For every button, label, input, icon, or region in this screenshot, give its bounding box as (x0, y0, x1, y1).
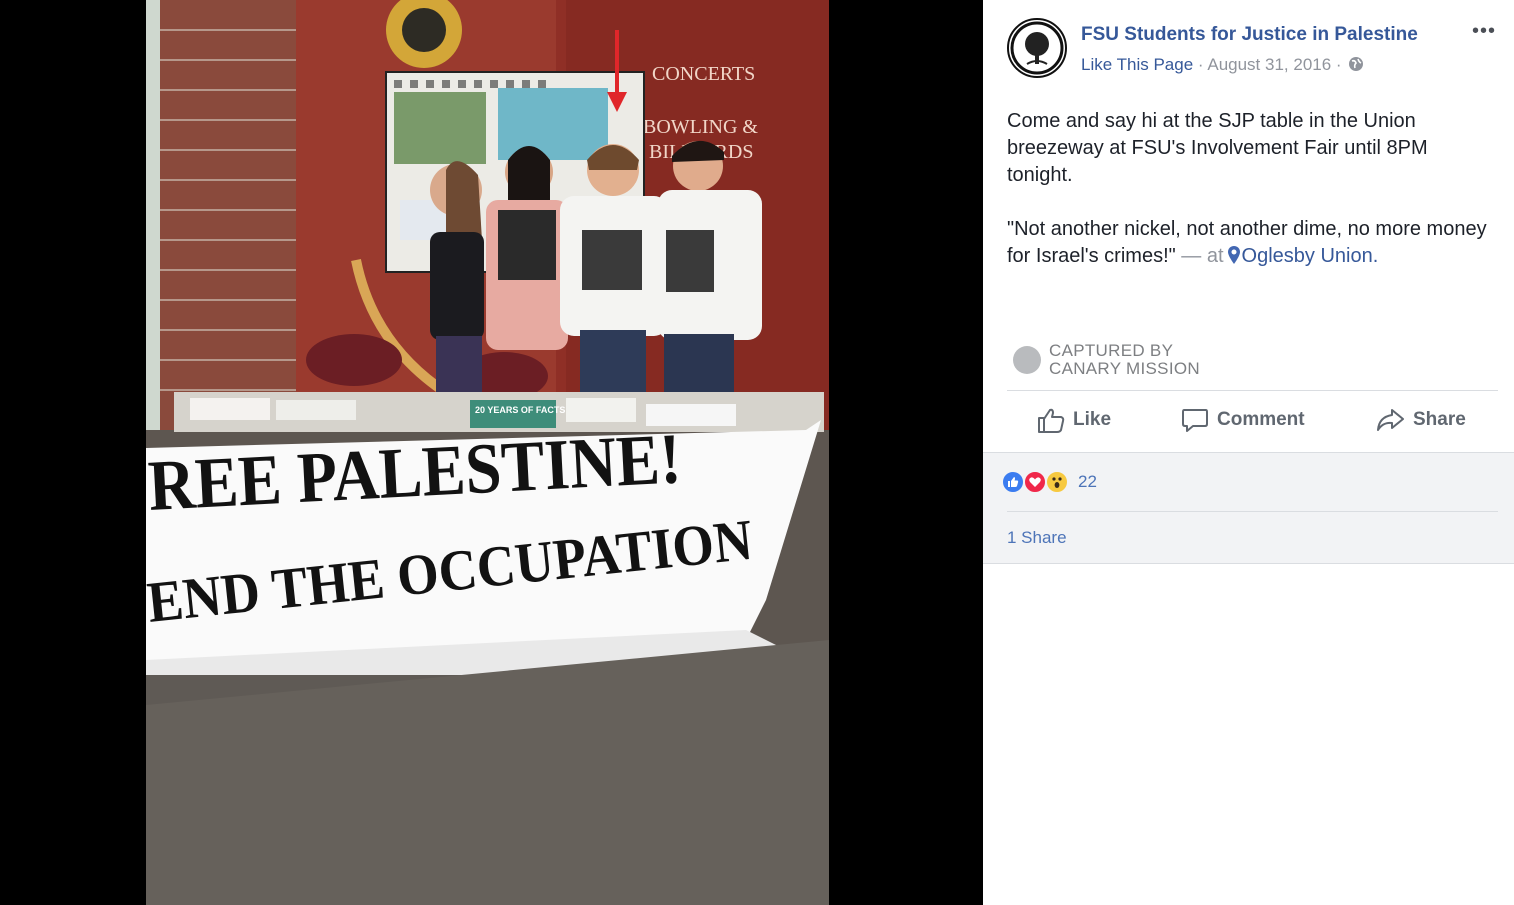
post-meta: Like This Page · August 31, 2016 · (1081, 55, 1364, 77)
page-avatar[interactable] (1007, 18, 1067, 78)
post-paragraph-1: Come and say hi at the SJP table in the … (1007, 110, 1428, 186)
reaction-count[interactable]: 22 (1078, 472, 1097, 492)
thumbs-up-icon (1038, 408, 1065, 433)
meta-separator-2: · (1335, 55, 1342, 74)
book-label: 20 YEARS OF FACTS (475, 405, 565, 415)
post-photo[interactable]: CONCERTS BOWLING & BILLIARDS (146, 0, 829, 905)
post-panel: FSU Students for Justice in Palestine ••… (983, 0, 1514, 905)
engagement-summary: 22 1 Share (983, 452, 1514, 564)
location-pin-icon (1227, 245, 1240, 272)
meta-separator-1: · (1197, 55, 1204, 74)
place-link[interactable]: Oglesby Union. (1242, 245, 1379, 267)
shares-count[interactable]: 1 Share (1007, 528, 1067, 548)
post-date[interactable]: August 31, 2016 (1207, 55, 1331, 74)
post-body: Come and say hi at the SJP table in the … (1007, 108, 1497, 299)
tree-logo-icon (1010, 21, 1064, 75)
watermark-line-1: CAPTURED BY (1049, 341, 1174, 360)
like-label: Like (1073, 409, 1112, 430)
share-button[interactable]: Share (1375, 402, 1466, 438)
actions-divider (1007, 390, 1498, 391)
people (430, 140, 762, 424)
photo-viewer: CONCERTS BOWLING & BILLIARDS (0, 0, 983, 905)
like-button[interactable]: Like (1037, 402, 1111, 438)
sign-concerts: CONCERTS (652, 63, 755, 85)
canary-logo-icon (1013, 346, 1041, 374)
post-header: FSU Students for Justice in Palestine ••… (1007, 18, 1500, 82)
share-label: Share (1413, 409, 1466, 430)
at-text: — at (1181, 245, 1224, 267)
photo-scene: CONCERTS BOWLING & BILLIARDS (146, 0, 829, 905)
reaction-icons[interactable] (1001, 470, 1081, 494)
comment-icon (1182, 409, 1208, 432)
sign-bowling: BOWLING & (643, 116, 758, 138)
wow-reaction-icon (1045, 470, 1069, 494)
page-name-link[interactable]: FSU Students for Justice in Palestine (1081, 24, 1418, 46)
shares-divider (1007, 511, 1498, 512)
like-page-link[interactable]: Like This Page (1081, 55, 1193, 74)
ellipsis-icon[interactable]: ••• (1472, 20, 1496, 43)
post-paragraph-2: "Not another nickel, not another dime, n… (1007, 216, 1497, 272)
share-icon (1377, 409, 1404, 431)
comment-button[interactable]: Comment (1181, 402, 1305, 438)
action-bar: Like Comment Share (983, 392, 1514, 450)
globe-icon[interactable] (1348, 56, 1364, 77)
love-reaction-icon (1023, 470, 1047, 494)
like-reaction-icon (1001, 470, 1025, 494)
comment-label: Comment (1217, 409, 1305, 430)
watermark-line-2: CANARY MISSION (1049, 359, 1200, 378)
